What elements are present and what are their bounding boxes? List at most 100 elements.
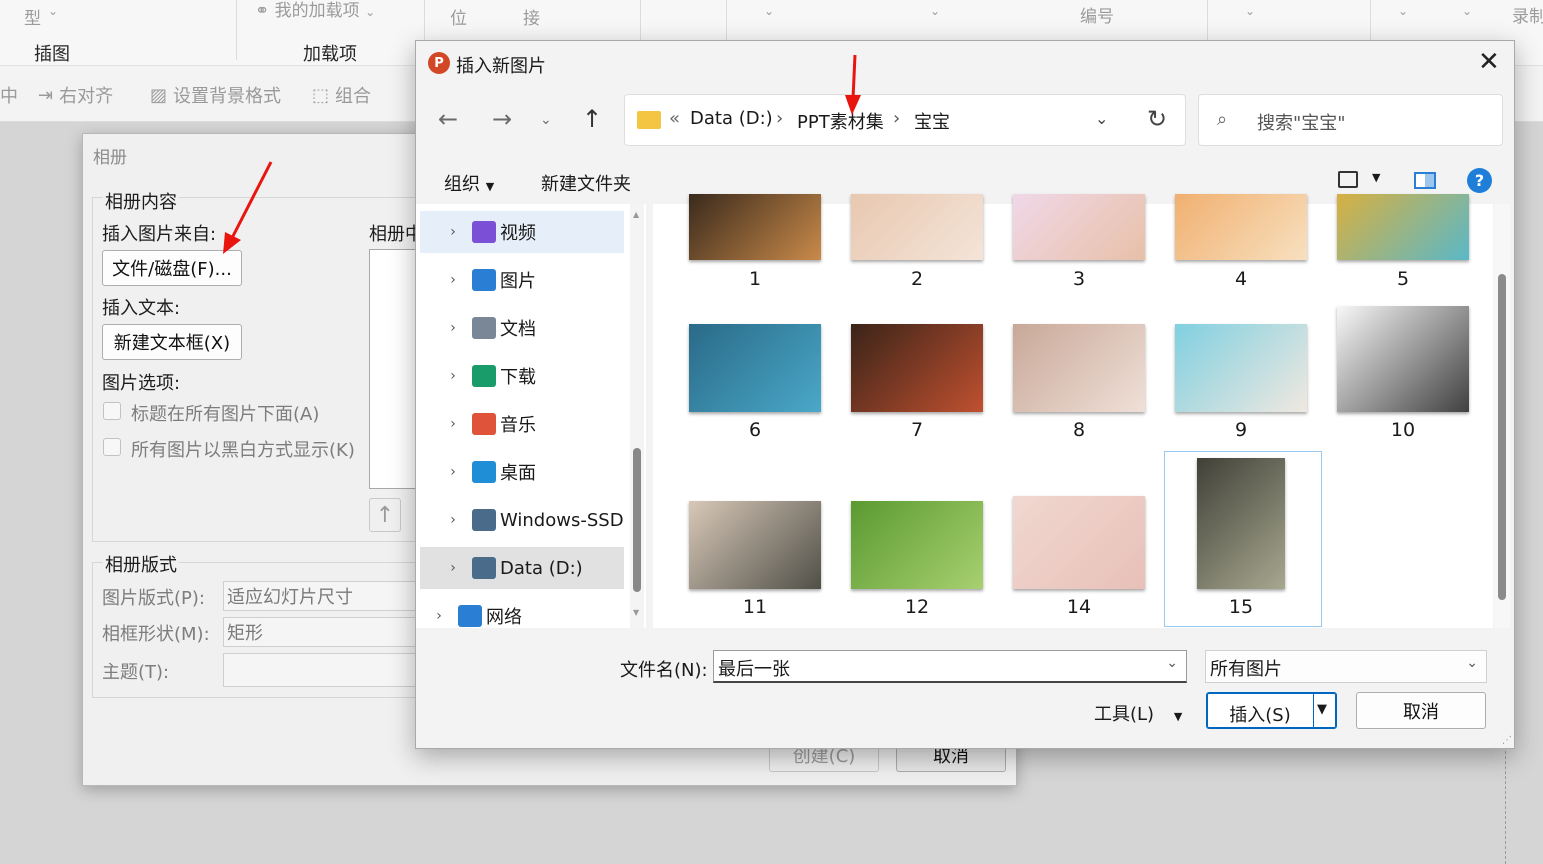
insert-button[interactable]: 插入(S) ▼ (1206, 692, 1337, 729)
black-white-checkbox[interactable] (103, 438, 121, 456)
filename-label: 文件名(N): (620, 660, 708, 681)
filename-input[interactable]: 最后一张 ⌄ (713, 650, 1187, 683)
ribbon-faded-position: 位 (450, 9, 467, 29)
chevron-down-icon: ⌄ (1462, 4, 1473, 18)
back-arrow-icon[interactable]: ← (438, 107, 458, 131)
file-cancel-button[interactable]: 取消 (1356, 692, 1486, 729)
group-button[interactable]: ⬚ 组合 (312, 82, 371, 108)
tree-item[interactable]: › 下载 (420, 355, 624, 397)
file-thumbnail[interactable] (1197, 458, 1285, 589)
organize-menu[interactable]: 组织 ▼ (444, 170, 494, 196)
tree-item[interactable]: › 桌面 (420, 451, 624, 493)
expand-chevron-icon[interactable]: › (440, 320, 466, 336)
align-right-button[interactable]: ⇥ 右对齐 (38, 82, 113, 108)
picture-layout-select[interactable]: 适应幻灯片尺寸 (223, 581, 419, 611)
file-name-label[interactable]: 10 (1323, 419, 1483, 441)
preview-pane-icon[interactable] (1414, 172, 1436, 189)
file-thumbnail[interactable] (1175, 324, 1307, 412)
forward-arrow-icon[interactable]: → (492, 107, 512, 131)
file-type-select[interactable]: 所有图片 ⌄ (1205, 650, 1487, 683)
scroll-up-icon[interactable]: ▲ (633, 210, 639, 219)
file-name-label[interactable]: 11 (675, 596, 835, 618)
file-name-label[interactable]: 2 (837, 268, 997, 290)
expand-chevron-icon[interactable]: › (440, 416, 466, 432)
view-mode-icon[interactable] (1338, 171, 1358, 188)
file-thumbnail[interactable] (851, 501, 983, 589)
file-thumbnail[interactable] (1337, 306, 1469, 412)
breadcrumb-item[interactable]: Data (D:) (690, 108, 773, 129)
tools-menu[interactable]: 工具(L) ▼ (1094, 700, 1182, 726)
file-name-label[interactable]: 12 (837, 596, 997, 618)
file-name-label[interactable]: 3 (999, 268, 1159, 290)
my-addins-button[interactable]: ⚭ 我的加载项 ⌄ (255, 0, 375, 21)
file-thumbnail[interactable] (1013, 496, 1145, 589)
file-name-label[interactable]: 4 (1161, 268, 1321, 290)
search-box[interactable]: ⌕ 搜索"宝宝" (1198, 94, 1503, 146)
tree-item-label: Windows-SSD (500, 509, 624, 531)
resize-grip-icon[interactable]: ⋰ (1502, 735, 1512, 746)
file-type-value: 所有图片 (1210, 659, 1282, 680)
tree-item[interactable]: › 音乐 (420, 403, 624, 445)
tree-scroll-thumb[interactable] (633, 448, 641, 592)
caret-down-icon[interactable]: ▼ (1372, 171, 1380, 184)
expand-chevron-icon[interactable]: › (440, 464, 466, 480)
new-folder-button[interactable]: 新建文件夹 (541, 170, 631, 196)
expand-chevron-icon[interactable]: › (440, 368, 466, 384)
grid-scroll-thumb[interactable] (1498, 274, 1506, 600)
caption-checkbox[interactable] (103, 402, 121, 420)
tree-item[interactable]: › Windows-SSD (420, 499, 624, 541)
powerpoint-icon: P (428, 52, 450, 74)
file-name-label[interactable]: 6 (675, 419, 835, 441)
file-thumbnail[interactable] (851, 324, 983, 412)
recent-chevron-icon[interactable]: ⌄ (540, 113, 552, 127)
video-folder-icon (472, 221, 496, 243)
file-thumbnail[interactable] (1013, 194, 1145, 260)
scroll-down-icon[interactable]: ▼ (633, 608, 639, 617)
file-name-label[interactable]: 5 (1323, 268, 1483, 290)
file-thumbnail[interactable] (1175, 194, 1307, 260)
address-bar[interactable]: « Data (D:) › PPT素材集 › 宝宝 ⌄ ↻ (624, 94, 1186, 146)
tree-item[interactable]: › 图片 (420, 259, 624, 301)
file-thumbnail[interactable] (689, 324, 821, 412)
move-up-button[interactable]: ↑ (369, 498, 401, 532)
up-arrow-icon[interactable]: ↑ (582, 107, 602, 131)
tree-item[interactable]: › Data (D:) (420, 547, 624, 589)
file-thumbnail[interactable] (1337, 194, 1469, 260)
file-name-label[interactable]: 9 (1161, 419, 1321, 441)
file-thumbnail[interactable] (851, 194, 983, 260)
file-name-label[interactable]: 8 (999, 419, 1159, 441)
expand-chevron-icon[interactable]: › (440, 272, 466, 288)
file-name-label[interactable]: 15 (1161, 596, 1321, 618)
file-thumbnail[interactable] (689, 501, 821, 589)
expand-chevron-icon[interactable]: › (440, 512, 466, 528)
tree-scrollbar[interactable]: ▲ ▼ (630, 204, 644, 628)
theme-field[interactable] (223, 653, 419, 687)
breadcrumb-item[interactable]: 宝宝 (914, 108, 950, 134)
pictures-in-album-list[interactable] (369, 249, 419, 489)
file-name-label[interactable]: 14 (999, 596, 1159, 618)
file-thumbnail[interactable] (1013, 324, 1145, 412)
breadcrumb-chevron-icon: › (893, 108, 901, 129)
expand-chevron-icon[interactable]: › (440, 224, 466, 240)
music-folder-icon (472, 413, 496, 435)
tree-item[interactable]: › 视频 (420, 211, 624, 253)
file-thumbnail[interactable] (689, 194, 821, 260)
file-name-label[interactable]: 7 (837, 419, 997, 441)
background-format-button[interactable]: ▨ 设置背景格式 (150, 82, 281, 108)
grid-scrollbar[interactable] (1494, 204, 1510, 628)
file-name-label[interactable]: 1 (675, 268, 835, 290)
close-icon[interactable]: ✕ (1478, 49, 1500, 75)
caret-down-icon[interactable]: ▼ (1317, 702, 1327, 717)
new-textbox-button[interactable]: 新建文本框(X) (102, 324, 242, 360)
expand-chevron-icon[interactable]: › (440, 560, 466, 576)
help-icon[interactable]: ? (1467, 168, 1492, 193)
insert-text-label: 插入文本: (102, 298, 181, 319)
refresh-icon[interactable]: ↻ (1147, 105, 1167, 133)
breadcrumb-overflow[interactable]: « (669, 108, 680, 129)
address-dropdown-icon[interactable]: ⌄ (1095, 109, 1108, 128)
expand-chevron-icon[interactable]: › (426, 608, 452, 624)
tree-item[interactable]: › 网络 (420, 601, 624, 631)
black-white-option-label: 所有图片以黑白方式显示(K) (131, 440, 355, 461)
tree-item[interactable]: › 文档 (420, 307, 624, 349)
frame-shape-select[interactable]: 矩形 (223, 617, 419, 647)
